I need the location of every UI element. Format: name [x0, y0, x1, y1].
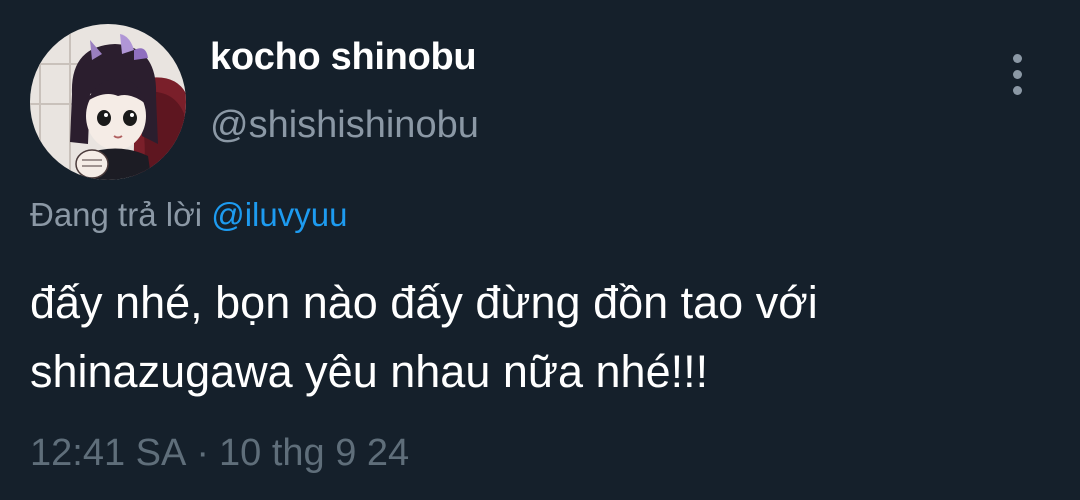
tweet-date: 10 thg 9 24: [219, 432, 410, 474]
tweet-timestamp[interactable]: 12:41 SA · 10 thg 9 24: [30, 432, 409, 475]
reply-mention-link[interactable]: @iluvyuu: [211, 196, 347, 233]
more-options-button[interactable]: [1000, 52, 1036, 98]
replying-to: Đang trả lời @iluvyuu: [30, 196, 347, 234]
tweet-card: kocho shinobu @shishishinobu Đang trả lờ…: [0, 0, 1080, 500]
avatar[interactable]: [30, 24, 186, 180]
display-name[interactable]: kocho shinobu: [210, 36, 477, 79]
tweet-text: đấy nhé, bọn nào đấy đừng đồn tao với sh…: [30, 268, 1040, 406]
tweet-text-line: đấy nhé, bọn nào đấy đừng đồn tao với: [30, 277, 818, 328]
user-handle[interactable]: @shishishinobu: [210, 104, 479, 147]
anime-character-avatar-icon: [30, 24, 186, 180]
replying-to-label: Đang trả lời: [30, 196, 203, 233]
tweet-time: 12:41 SA: [30, 432, 187, 474]
timestamp-separator: ·: [196, 432, 209, 474]
tweet-text-line: shinazugawa yêu nhau nữa nhé!!!: [30, 346, 709, 397]
